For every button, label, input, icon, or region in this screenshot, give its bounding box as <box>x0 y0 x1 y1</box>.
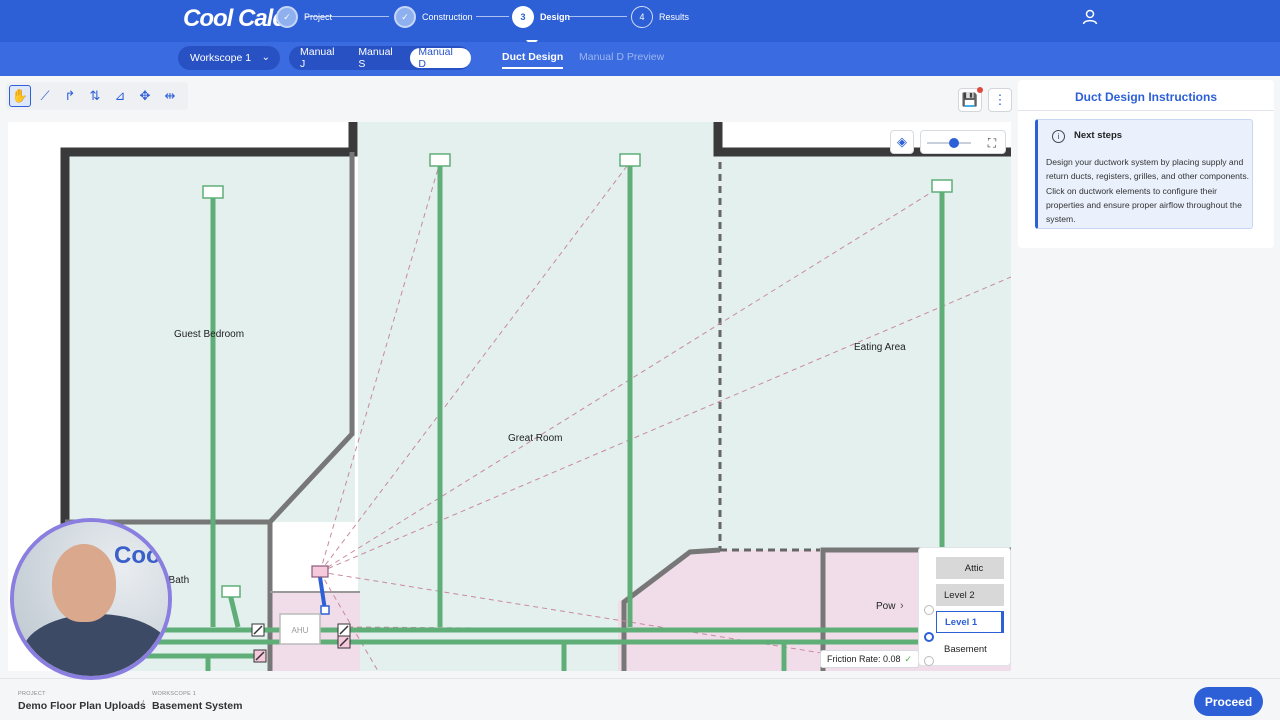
top-bar: Cool Calc ✓ Project ✓ Construction 3 Des… <box>0 0 1280 47</box>
fit-screen-icon[interactable]: ⛶ <box>983 134 1001 152</box>
next-steps-card: i Next steps Design your ductwork system… <box>1035 119 1253 229</box>
level-attic[interactable]: Attic <box>936 557 1004 579</box>
workscope-name[interactable]: Basement System <box>152 700 242 712</box>
step-label: Results <box>659 12 690 22</box>
divider <box>1018 110 1274 111</box>
hand-icon[interactable]: ✋ <box>9 85 31 107</box>
friction-rate-badge: Friction Rate: 0.08 ✓ <box>820 650 920 668</box>
more-vertical-icon[interactable]: ⋮ <box>988 88 1012 112</box>
unsaved-indicator <box>977 87 983 93</box>
level-basement[interactable]: Basement <box>936 638 1004 660</box>
sub-navigation: Workscope 1 ⌄ Manual J Manual S Manual D… <box>0 42 1280 76</box>
flex-duct-icon[interactable]: ↱ <box>59 85 81 107</box>
room-label-powder: Pow <box>876 601 896 612</box>
webcam-overlay: Coo <box>10 518 172 680</box>
return-grille[interactable] <box>311 565 329 578</box>
cool-calc-logo[interactable]: Cool Calc <box>183 5 286 33</box>
manual-d-tab[interactable]: Manual D <box>410 46 471 70</box>
equipment-label: AHU <box>292 626 309 635</box>
room-label-guest-bedroom: Guest Bedroom <box>174 329 245 340</box>
tab-duct-design[interactable]: Duct Design <box>502 51 564 69</box>
step-project[interactable]: ✓ Project <box>276 6 332 28</box>
panel-title: Duct Design Instructions <box>1074 90 1217 104</box>
info-icon: i <box>1052 130 1065 143</box>
room-label-great-room: Great Room <box>508 433 563 444</box>
instructions-panel: Duct Design Instructions i Next steps De… <box>1018 80 1274 248</box>
move-icon[interactable]: ✥ <box>134 85 156 107</box>
step-design[interactable]: 3 Design <box>512 6 570 28</box>
riser-icon[interactable]: ⇅ <box>84 85 106 107</box>
level-2[interactable]: Level 2 <box>936 584 1004 606</box>
slope-icon[interactable]: ⊿ <box>109 85 131 107</box>
workscope-caption: WORKSCOPE 1 <box>152 691 197 697</box>
level-1[interactable]: Level 1 <box>936 611 1004 633</box>
footer-bar: PROJECT Demo Floor Plan Uploads / WORKSC… <box>0 678 1280 720</box>
friction-rate-text: Friction Rate: 0.08 <box>827 654 901 664</box>
tab-manual-d-preview[interactable]: Manual D Preview <box>579 51 664 63</box>
level-radio[interactable] <box>924 656 934 666</box>
step-results[interactable]: 4 Results <box>631 6 689 28</box>
card-title: Next steps <box>1074 130 1123 141</box>
level-selector: Attic Level 2 Level 1 Basement <box>918 547 1011 666</box>
step-construction[interactable]: ✓ Construction <box>394 6 473 28</box>
step-label: Construction <box>422 12 473 22</box>
manual-j-tab[interactable]: Manual J <box>292 46 350 70</box>
chevron-right-icon[interactable]: › <box>900 600 904 612</box>
card-body: Design your ductwork system by placing s… <box>1046 157 1250 225</box>
layers-icon[interactable]: ◈ <box>890 130 914 154</box>
workscope-label: Workscope 1 <box>190 52 252 64</box>
split-icon[interactable]: ⇹ <box>159 85 181 107</box>
step-label: Project <box>304 12 333 22</box>
chevron-down-icon: ⌄ <box>261 52 270 63</box>
project-caption: PROJECT <box>18 691 46 697</box>
step-connector <box>476 16 509 17</box>
zoom-slider-thumb[interactable] <box>949 138 959 148</box>
zoom-control[interactable]: ⛶ <box>920 130 1006 154</box>
presenter-face <box>52 544 116 622</box>
workscope-dropdown[interactable]: Workscope 1 ⌄ <box>178 46 280 70</box>
room-label-eating-area: Eating Area <box>854 342 906 353</box>
drawing-toolbar: ✋ ⟋ ↱ ⇅ ⊿ ✥ ⇹ <box>6 82 188 110</box>
check-icon: ✓ <box>394 6 416 28</box>
background-logo: Coo <box>114 542 161 569</box>
manual-s-tab[interactable]: Manual S <box>350 46 410 70</box>
check-icon: ✓ <box>904 653 913 664</box>
breadcrumb-separator: / <box>141 699 145 711</box>
duct-draw-icon[interactable]: ⟋ <box>34 85 56 107</box>
project-name[interactable]: Demo Floor Plan Uploads <box>18 700 146 712</box>
step-number: 4 <box>631 6 653 28</box>
user-icon[interactable] <box>1081 8 1099 26</box>
manual-selector: Manual J Manual S Manual D <box>289 46 471 70</box>
step-number: 3 <box>512 6 534 28</box>
step-label: Design <box>540 12 571 22</box>
level-radio[interactable] <box>924 605 934 615</box>
proceed-button[interactable]: Proceed <box>1194 687 1263 716</box>
level-radio-selected[interactable] <box>924 632 934 642</box>
duct-handle[interactable] <box>320 605 330 615</box>
step-connector <box>569 16 627 17</box>
check-icon: ✓ <box>276 6 298 28</box>
